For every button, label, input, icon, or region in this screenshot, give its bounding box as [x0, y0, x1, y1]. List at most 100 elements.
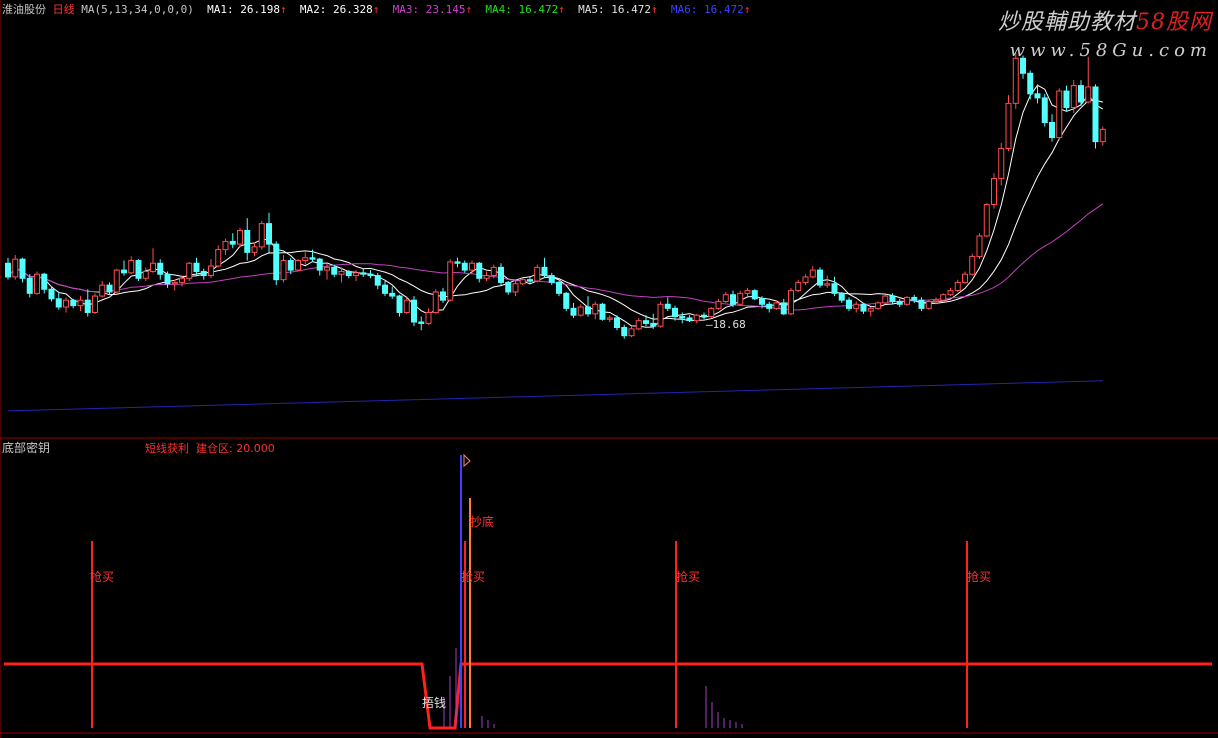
candle-body — [998, 147, 1005, 180]
candle-body — [121, 269, 127, 274]
candle-body — [780, 302, 787, 315]
stock-name[interactable]: 淮油股份 — [2, 3, 46, 16]
candle-body — [229, 240, 236, 245]
candle-body — [142, 270, 149, 279]
candle-body — [846, 299, 852, 309]
ma6-value: 16.472 — [703, 3, 744, 16]
candle-body — [824, 283, 831, 286]
candle-body — [614, 317, 620, 328]
candle-body — [331, 266, 338, 275]
period-label[interactable]: 日线 — [53, 3, 75, 16]
ma3-line — [7, 203, 1104, 311]
ma3-value: 23.145 — [425, 3, 466, 16]
candle-body — [701, 314, 707, 318]
candle-body — [490, 266, 497, 277]
candle-body — [759, 298, 765, 305]
candle-body — [367, 273, 374, 277]
candle-body — [527, 279, 533, 282]
candle-body — [179, 277, 185, 283]
candle-body — [84, 299, 91, 313]
candle-body — [266, 223, 272, 245]
buy-label-4: 抢买 — [967, 570, 992, 584]
candle-body — [425, 311, 432, 324]
candle-body — [795, 281, 802, 292]
bottom-label: 抄底 — [470, 515, 495, 529]
candle-body — [519, 279, 526, 285]
candle-body — [962, 273, 968, 283]
candle-body — [92, 295, 98, 313]
candle-body — [548, 275, 555, 283]
candle-body — [606, 317, 613, 320]
candle-body — [280, 260, 287, 281]
candle-body — [686, 317, 693, 322]
candle-body — [505, 281, 512, 293]
indicator-name[interactable]: 底部密钥 — [2, 441, 50, 455]
indicator-label-2: 建仓区: 20.000 — [196, 442, 275, 455]
candle-body — [186, 262, 193, 279]
candle-body — [628, 328, 635, 337]
candle-body — [70, 299, 77, 307]
candle-body — [1063, 90, 1070, 108]
candle-body — [991, 178, 997, 206]
candle-body — [853, 303, 860, 309]
buy-label-3: 抢买 — [676, 570, 701, 584]
ma3-arrow: ↑ — [465, 3, 473, 16]
candle-body — [164, 273, 171, 285]
candle-body — [432, 291, 439, 313]
ma4-line — [7, 380, 1103, 412]
candle-body — [113, 269, 120, 293]
candle-body — [585, 306, 591, 315]
candle-body — [679, 316, 686, 319]
candle-body — [106, 284, 113, 293]
ma1-value: 26.198 — [240, 3, 280, 16]
watermark-title-a: 炒股輔助教材 — [997, 10, 1136, 35]
kline-chart[interactable] — [0, 0, 1218, 738]
ma-params: MA(5,13,34,0,0,0) — [81, 3, 194, 16]
candle-body — [476, 262, 483, 279]
candle-body — [222, 240, 229, 251]
candle-body — [193, 262, 200, 272]
triangle-marker-icon — [463, 453, 471, 468]
candle-body — [411, 299, 417, 323]
watermark-title: 炒股輔助教材58股网 — [998, 4, 1212, 36]
candle-body — [12, 258, 19, 278]
ma4-value: 16.472 — [518, 3, 559, 16]
ma2-line — [7, 99, 1103, 322]
watermark-title-b: 58股网 — [1136, 10, 1212, 35]
candle-body — [447, 261, 454, 301]
candle-series — [5, 52, 1106, 339]
candle-body — [295, 260, 301, 271]
candle-body — [621, 327, 628, 337]
low-price-label: —18.68 — [706, 318, 746, 331]
candle-body — [983, 204, 990, 237]
candle-body — [215, 249, 222, 267]
candle-body — [925, 301, 932, 309]
candle-body — [693, 314, 700, 322]
candle-body — [309, 257, 316, 260]
candle-body — [77, 299, 84, 307]
candle-body — [541, 266, 548, 277]
money-label: 捂钱 — [422, 696, 447, 710]
candle-body — [1041, 97, 1048, 124]
candle-body — [374, 275, 381, 286]
candle-body — [338, 270, 345, 275]
candle-body — [157, 262, 164, 275]
candle-body — [403, 299, 410, 313]
candle-body — [896, 301, 903, 305]
ma1-label: MA1: — [207, 3, 234, 16]
candle-body — [1056, 90, 1063, 139]
candle-body — [251, 246, 258, 253]
candle-body — [788, 290, 794, 315]
candle-body — [389, 292, 396, 297]
candle-body — [933, 299, 939, 303]
candle-body — [599, 303, 606, 320]
candle-body — [672, 307, 678, 318]
candle-body — [1005, 102, 1012, 149]
candle-body — [150, 262, 156, 272]
ma2-value: 26.328 — [332, 3, 373, 16]
indicator-header: 底部密钥 短线获利 建仓区: 20.000 — [2, 439, 275, 456]
candle-body — [976, 235, 983, 257]
ma5-label: MA5: — [578, 3, 605, 16]
candle-body — [273, 243, 280, 281]
candle-body — [19, 258, 26, 279]
